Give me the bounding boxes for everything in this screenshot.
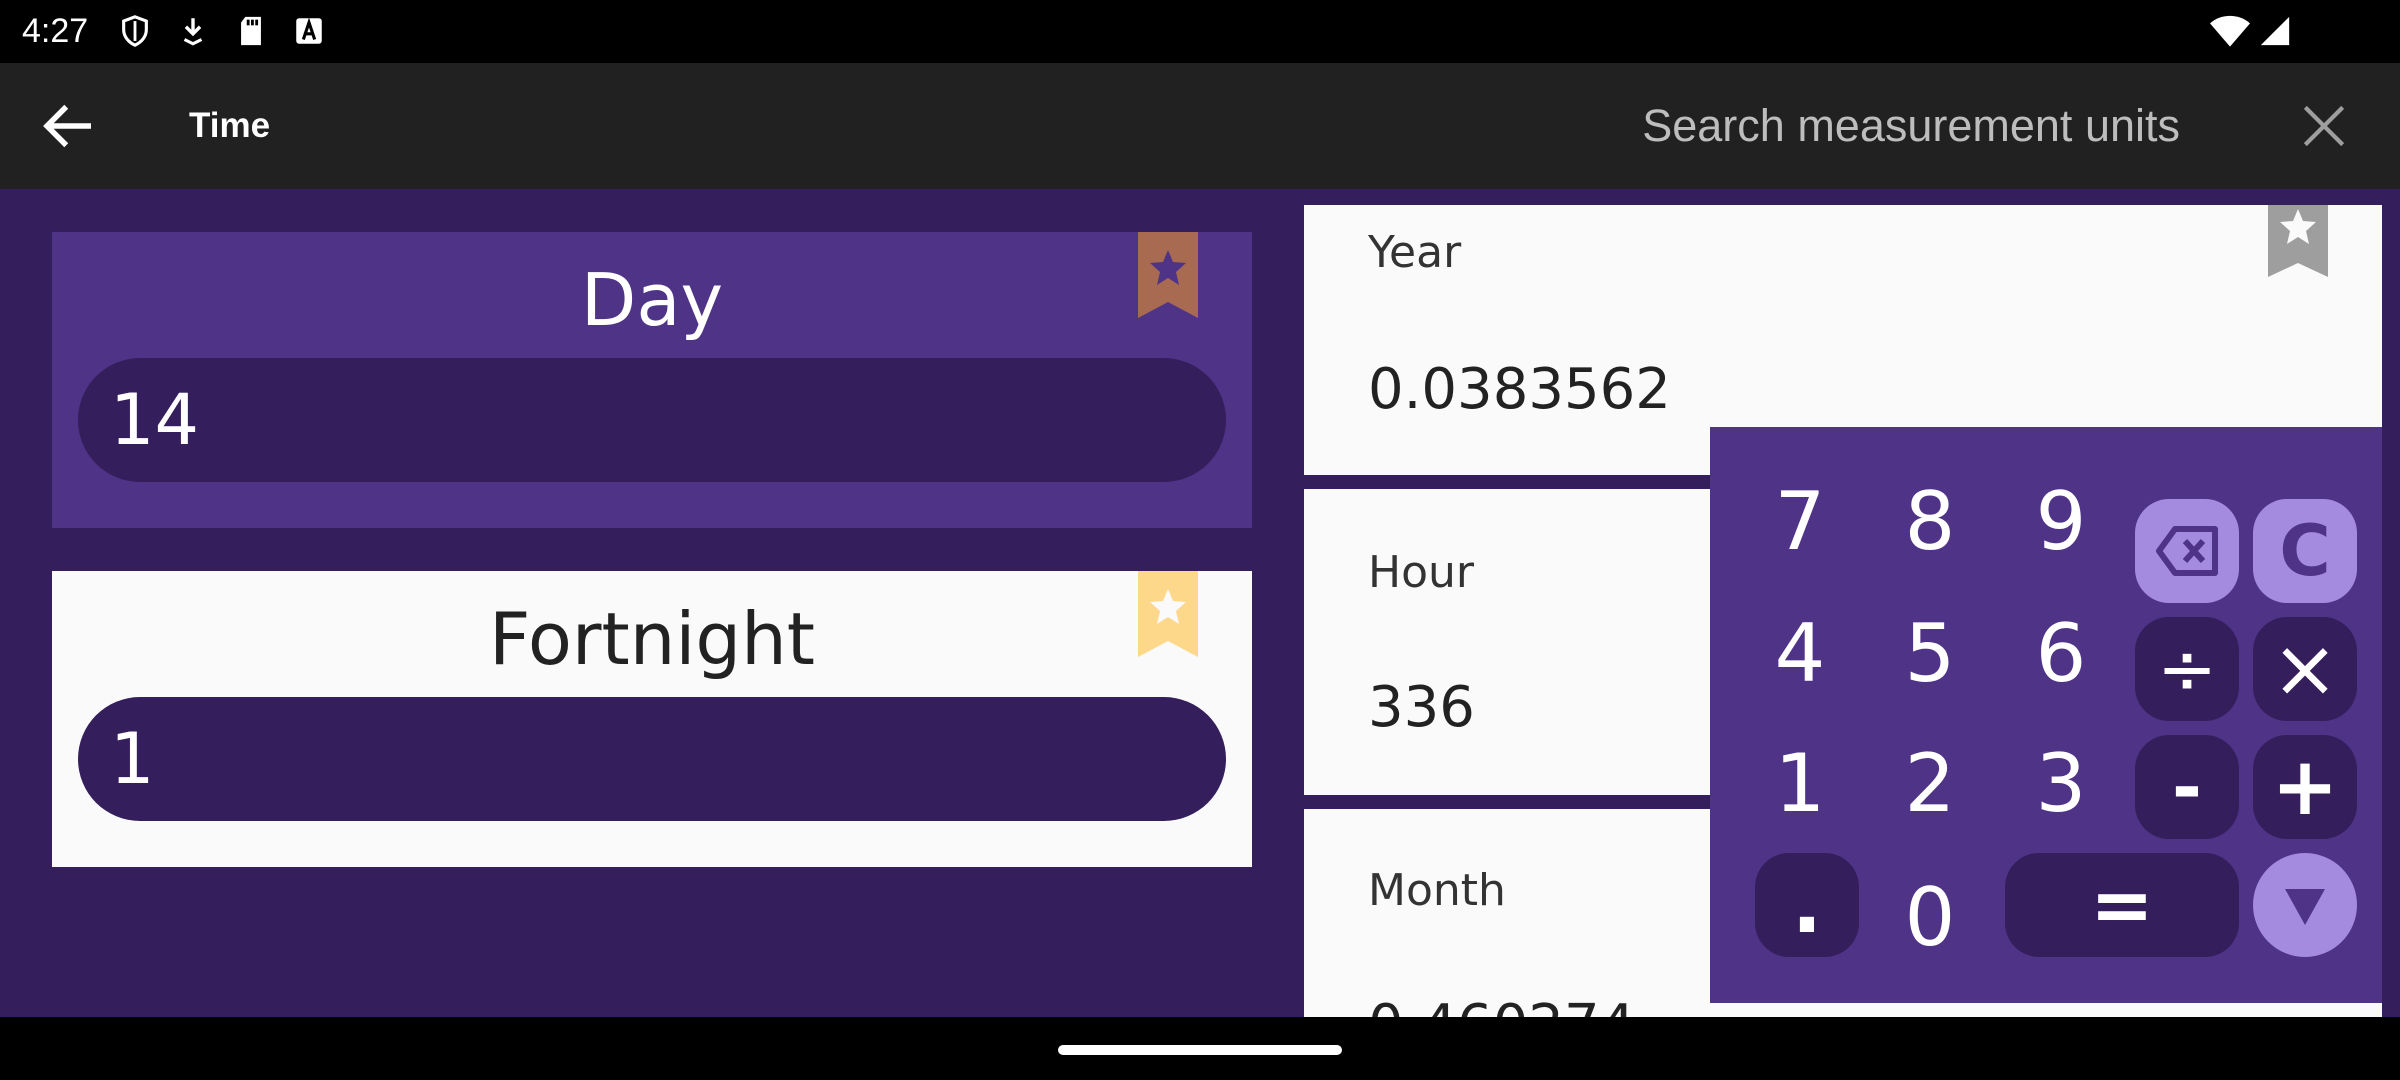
collapse-keypad-button[interactable] [2253, 853, 2357, 957]
home-gesture-handle[interactable] [1058, 1045, 1342, 1055]
bookmark-star-icon[interactable] [2268, 205, 2328, 277]
triangle-down-icon [2285, 889, 2325, 925]
result-value: 0.0383562 [1368, 357, 1671, 422]
status-time: 4:27 [22, 12, 89, 50]
key-2[interactable]: 2 [1875, 729, 1985, 839]
key-0[interactable]: 0 [1875, 863, 1985, 973]
search-input[interactable] [1580, 91, 2180, 161]
sd-card-icon [241, 16, 261, 46]
calculator-keypad: 7 8 9 C 4 5 6 ÷ × 1 2 3 - + . 0 = [1710, 427, 2382, 1003]
page-title: Time [189, 106, 271, 145]
unit-value-input[interactable]: 14 [78, 358, 1226, 482]
app-bar: Time [0, 63, 2400, 189]
clear-button[interactable]: C [2253, 499, 2357, 603]
bookmark-star-icon[interactable] [1138, 232, 1198, 318]
bookmark-star-icon[interactable] [1138, 571, 1198, 657]
unit-value-input[interactable]: 1 [78, 697, 1226, 821]
key-4[interactable]: 4 [1745, 599, 1855, 709]
plus-button[interactable]: + [2253, 735, 2357, 839]
key-5[interactable]: 5 [1875, 599, 1985, 709]
result-unit-label: Hour [1368, 547, 1474, 598]
unit-card-day[interactable]: Day 14 [52, 232, 1252, 528]
unit-card-fortnight[interactable]: Fortnight 1 [52, 571, 1252, 867]
equals-button[interactable]: = [2005, 853, 2239, 957]
result-unit-label: Year [1368, 227, 1462, 278]
key-1[interactable]: 1 [1745, 729, 1855, 839]
font-a-icon [296, 17, 322, 44]
key-9[interactable]: 9 [2006, 467, 2116, 577]
result-value: 0.460274 [1368, 993, 1635, 1017]
card-unit-label: Day [580, 258, 724, 342]
backspace-button[interactable] [2135, 499, 2239, 603]
divide-button[interactable]: ÷ [2135, 617, 2239, 721]
close-icon[interactable] [2296, 98, 2352, 154]
result-value: 336 [1368, 675, 1475, 740]
download-icon [183, 18, 203, 46]
shield-icon [122, 15, 148, 47]
key-6[interactable]: 6 [2006, 599, 2116, 709]
minus-button[interactable]: - [2135, 735, 2239, 839]
backspace-icon [2156, 526, 2218, 576]
result-unit-label: Month [1368, 865, 1506, 916]
wifi-icon [2210, 15, 2250, 47]
multiply-button[interactable]: × [2253, 617, 2357, 721]
arrow-left-icon[interactable] [36, 93, 102, 159]
card-unit-label: Fortnight [489, 597, 815, 681]
key-8[interactable]: 8 [1875, 467, 1985, 577]
navigation-bar [0, 1017, 2400, 1080]
converter-content: Day 14 Fortnight 1 Year 0.0383562 Hour 3… [0, 189, 2400, 1017]
key-7[interactable]: 7 [1745, 467, 1855, 577]
signal-icon [2260, 16, 2290, 46]
decimal-button[interactable]: . [1755, 853, 1859, 957]
key-3[interactable]: 3 [2006, 729, 2116, 839]
status-bar: 4:27 [0, 0, 2400, 63]
